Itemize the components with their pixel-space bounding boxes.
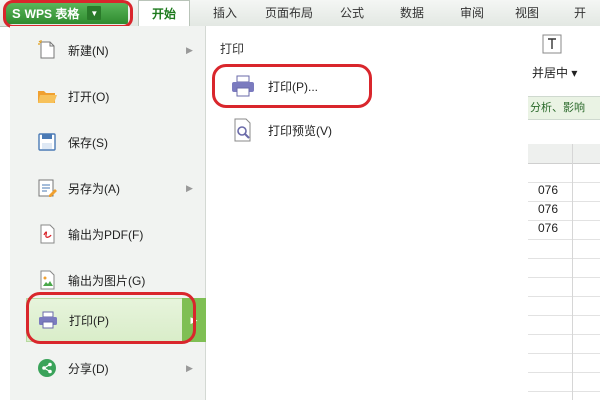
menu-item-label: 保存(S): [68, 135, 108, 150]
cell-value[interactable]: 076: [538, 202, 558, 216]
tab-review[interactable]: 审阅: [452, 0, 492, 26]
save-as-icon: [38, 179, 57, 197]
open-folder-icon: [38, 91, 57, 103]
cell-value[interactable]: 076: [538, 221, 558, 235]
chevron-down-icon: ▼: [87, 6, 102, 20]
menu-item-export-image[interactable]: 输出为图片(G): [10, 258, 205, 302]
tab-page-layout[interactable]: 页面布局: [258, 0, 320, 26]
new-file-icon: [38, 40, 55, 59]
menu-item-save-as[interactable]: 另存为(A) ▶: [10, 166, 205, 210]
print-button[interactable]: 打印(P)...: [224, 66, 514, 106]
submenu-arrow-icon: ▶: [186, 182, 193, 193]
menu-item-print[interactable]: 打印(P): [26, 298, 201, 342]
print-preview-icon: [234, 118, 251, 142]
image-export-icon: [40, 270, 55, 290]
analysis-tip[interactable]: 分析、影响: [528, 96, 600, 120]
ribbon-fragment: 并居中 ▾ 分析、影响: [528, 26, 600, 144]
menu-item-open[interactable]: 打开(O): [10, 74, 205, 118]
submenu-title: 打印: [220, 42, 245, 56]
file-menu: 新建(N) ▶ 打开(O) 保存(S) 另存为(A) ▶ 输出为PDF(F) 输…: [10, 26, 206, 400]
app-menu-button[interactable]: S WPS 表格 ▼: [6, 2, 128, 24]
spreadsheet-grid[interactable]: 076 076 076: [528, 144, 600, 400]
print-preview-button[interactable]: 打印预览(V): [224, 110, 514, 150]
app-name: WPS 表格: [24, 6, 80, 21]
print-submenu: 打印 打印(P)... 打印预览(V): [206, 26, 529, 400]
menu-item-label: 新建(N): [68, 43, 109, 58]
cell-value[interactable]: 076: [538, 183, 558, 197]
print-submenu-arrow[interactable]: ▶: [182, 298, 206, 342]
column-divider: [572, 144, 573, 400]
printer-icon: [39, 311, 57, 329]
print-preview-label: 打印预览(V): [268, 123, 332, 138]
tab-view[interactable]: 视图: [507, 0, 547, 26]
column-header[interactable]: [528, 144, 600, 164]
menu-item-label: 打开(O): [68, 89, 110, 104]
submenu-arrow-icon: ▶: [186, 362, 193, 373]
pdf-export-icon: [40, 224, 55, 244]
chevron-right-icon: ▶: [190, 314, 198, 325]
tab-more[interactable]: 开: [565, 0, 595, 26]
print-label: 打印(P)...: [268, 79, 318, 94]
menu-item-label: 打印(P): [69, 313, 109, 328]
menu-item-label: 另存为(A): [68, 181, 120, 196]
menu-item-share[interactable]: 分享(D) ▶: [10, 346, 205, 390]
menu-item-save[interactable]: 保存(S): [10, 120, 205, 164]
submenu-arrow-icon: ▶: [186, 44, 193, 55]
printer-icon: [232, 75, 254, 97]
wps-logo-icon: S: [12, 5, 21, 21]
tab-home[interactable]: 开始: [138, 0, 190, 27]
menu-item-label: 分享(D): [68, 361, 109, 376]
tab-formulas[interactable]: 公式: [332, 0, 372, 26]
tab-data[interactable]: 数据: [392, 0, 432, 26]
ribbon-tab-bar: S WPS 表格 ▼ 开始 插入 页面布局 公式 数据 审阅 视图 开: [0, 0, 600, 27]
text-format-icon: [542, 34, 562, 54]
menu-item-export-pdf[interactable]: 输出为PDF(F): [10, 212, 205, 256]
merge-center-button[interactable]: 并居中 ▾: [532, 64, 577, 81]
save-icon: [38, 133, 56, 151]
tab-insert[interactable]: 插入: [205, 0, 245, 26]
menu-item-new[interactable]: 新建(N) ▶: [10, 28, 205, 72]
menu-item-label: 输出为图片(G): [68, 273, 146, 288]
menu-item-label: 输出为PDF(F): [68, 227, 144, 242]
share-icon: [38, 359, 56, 377]
